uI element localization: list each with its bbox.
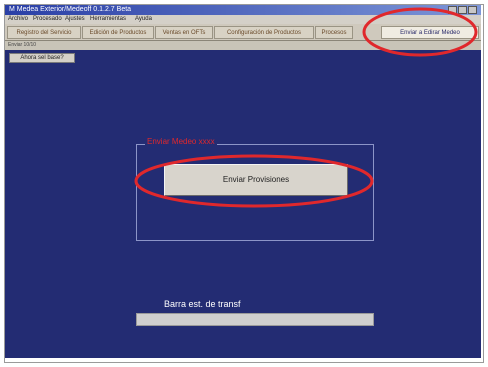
annotation-ellipse-button xyxy=(134,154,374,208)
annotation-overlay xyxy=(134,7,478,208)
annotation-ellipse-tab xyxy=(362,7,478,57)
